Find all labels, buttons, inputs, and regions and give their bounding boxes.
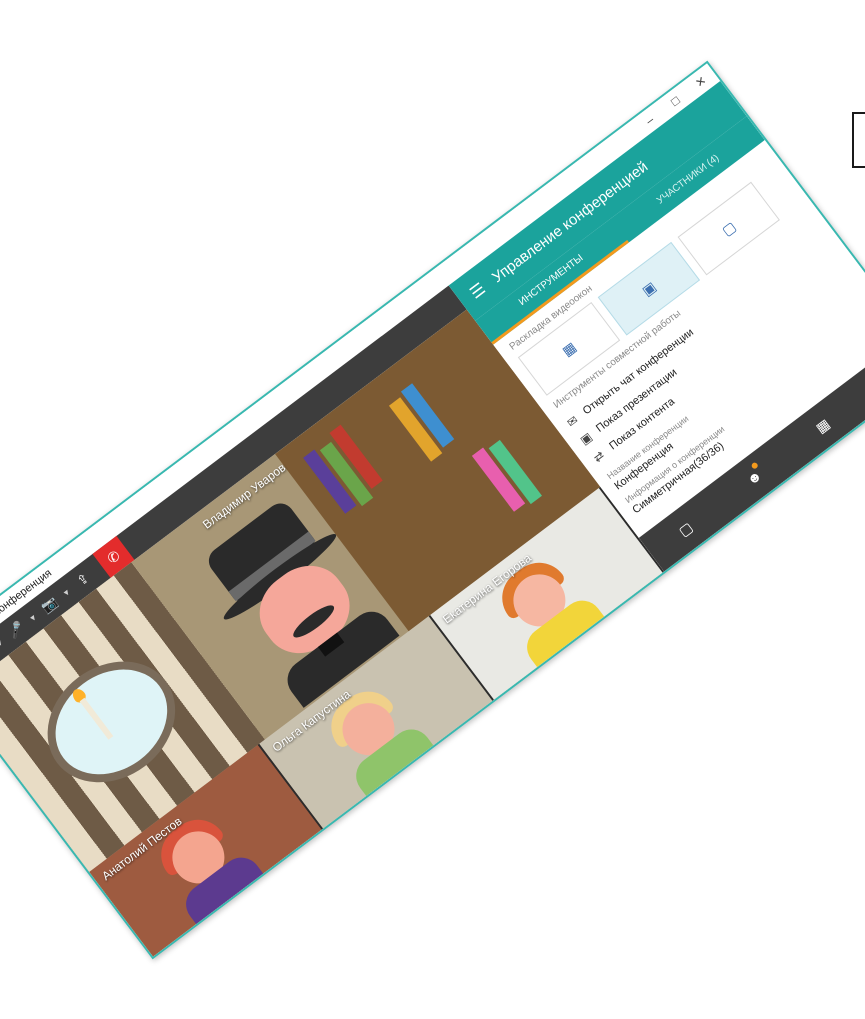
participants-glyph: ☻ (743, 466, 765, 489)
participants-icon[interactable]: ☻ (743, 461, 765, 489)
trueconf-window: TrueConf - Конференция – □ ✕ ★ 🔊 ▼ 🎤 ▼ 📷… (0, 60, 865, 960)
layout-icon[interactable]: ▦ (812, 415, 833, 437)
speaker-layout-icon: ▣ (638, 277, 659, 299)
single-layout-icon: ▢ (718, 217, 739, 239)
grid-layout-icon: ▦ (558, 338, 579, 359)
self-view-icon[interactable]: ▢ (675, 518, 696, 540)
background-frame-edge (852, 112, 865, 168)
screenshot-stage: TrueConf - Конференция – □ ✕ ★ 🔊 ▼ 🎤 ▼ 📷… (0, 0, 865, 1019)
